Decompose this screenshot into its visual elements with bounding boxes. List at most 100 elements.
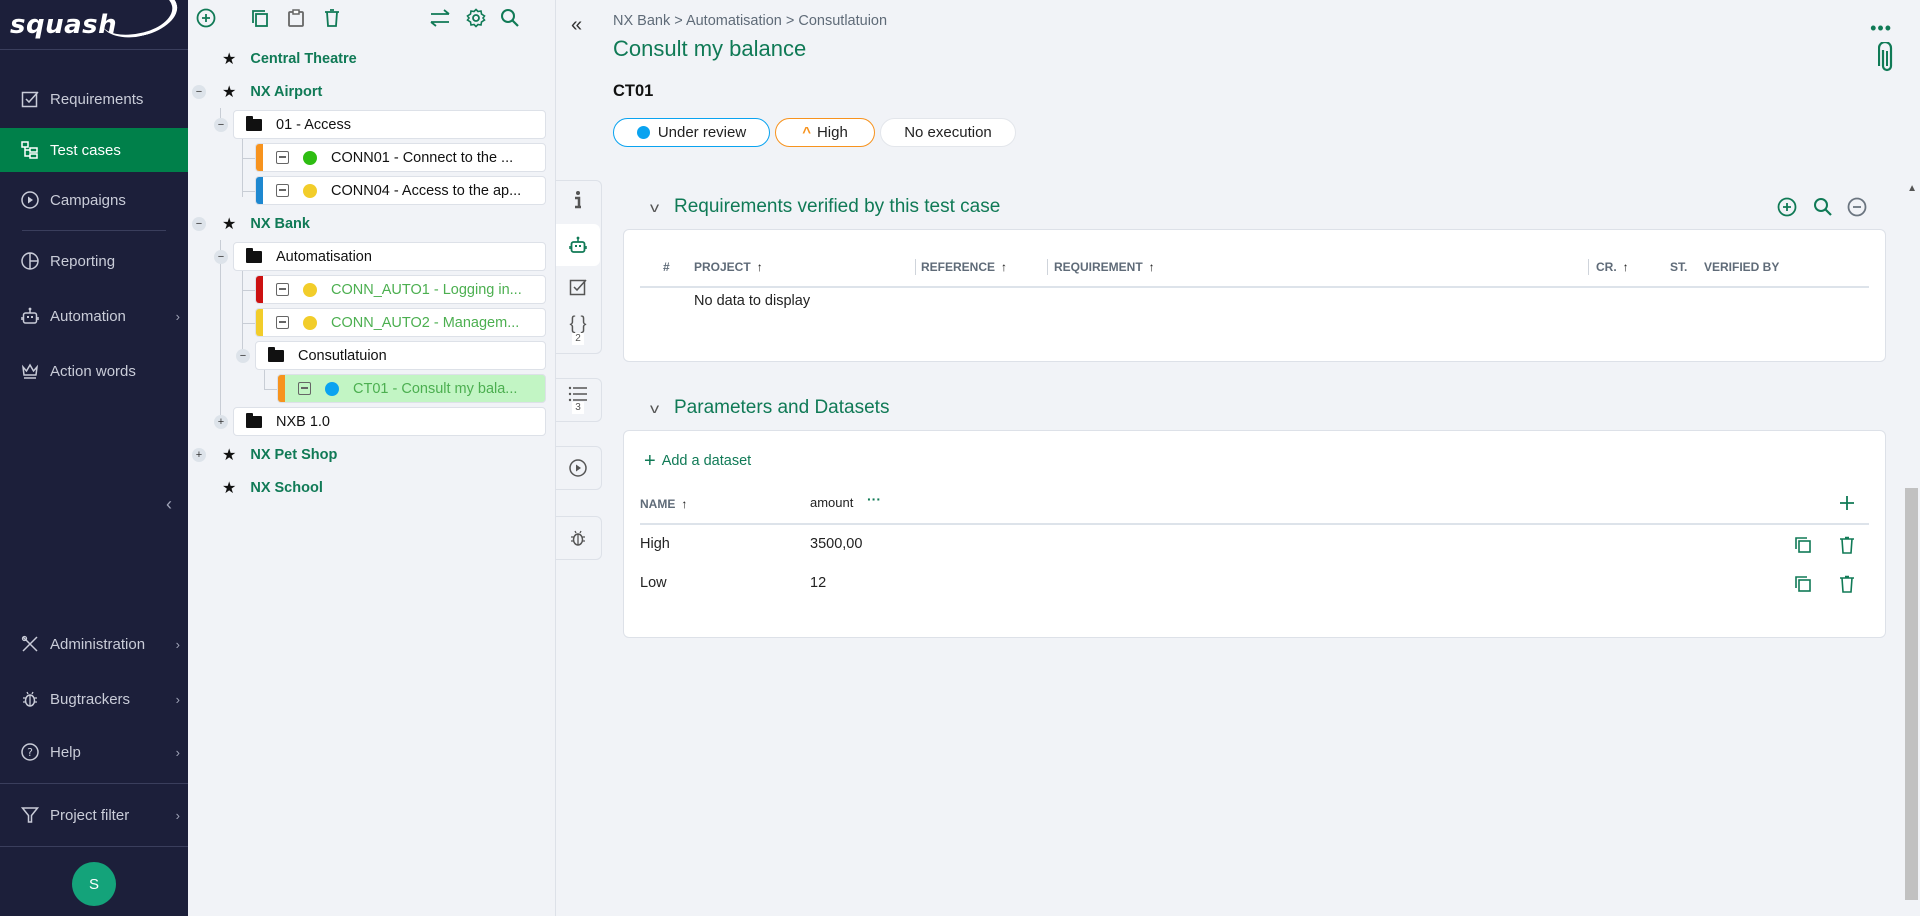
remove-requirement-icon[interactable] bbox=[1846, 196, 1868, 218]
tree-test-case[interactable]: CONN_AUTO1 - Logging in... bbox=[255, 275, 546, 304]
column-separator[interactable] bbox=[1047, 259, 1048, 275]
dataset-amount-value[interactable]: 3500,00 bbox=[810, 536, 862, 552]
attachment-icon[interactable] bbox=[1877, 40, 1896, 79]
nav-item-test-cases[interactable]: Test cases bbox=[0, 128, 188, 172]
more-options-icon[interactable]: ••• bbox=[1870, 18, 1892, 39]
collapse-toggle[interactable]: − bbox=[214, 250, 228, 264]
column-separator[interactable] bbox=[915, 259, 916, 275]
collapse-toggle[interactable]: − bbox=[214, 118, 228, 132]
tab-executions[interactable] bbox=[556, 446, 600, 490]
tree-connector bbox=[220, 240, 221, 422]
tab-information[interactable] bbox=[556, 180, 600, 220]
tree-project-central-theatre[interactable]: ★ Central Theatre bbox=[222, 45, 357, 73]
search-requirement-icon[interactable] bbox=[1812, 196, 1834, 218]
column-header-project[interactable]: PROJECT ↑ bbox=[694, 260, 763, 274]
test-case-icon bbox=[276, 151, 289, 164]
collapse-toggle[interactable]: − bbox=[192, 85, 206, 99]
delete-dataset-icon[interactable] bbox=[1837, 574, 1857, 594]
nav-item-administration[interactable]: Administration › bbox=[0, 622, 188, 666]
page-title[interactable]: Consult my balance bbox=[613, 36, 806, 62]
tree-project-nx-school[interactable]: ★ NX School bbox=[222, 474, 323, 502]
nav-item-action-words[interactable]: Action words bbox=[0, 349, 188, 393]
folder-icon bbox=[246, 412, 262, 428]
collapse-tree-button[interactable]: « bbox=[571, 14, 582, 37]
nav-item-reporting[interactable]: Reporting bbox=[0, 239, 188, 283]
test-case-label: CONN_AUTO1 - Logging in... bbox=[331, 281, 522, 298]
add-icon[interactable] bbox=[194, 6, 218, 30]
execution-badge[interactable]: No execution bbox=[880, 118, 1016, 147]
tab-parameters[interactable]: { } 2 bbox=[556, 306, 600, 352]
tree-project-nx-bank[interactable]: ★ NX Bank bbox=[222, 210, 310, 238]
nav-item-campaigns[interactable]: Campaigns bbox=[0, 178, 188, 222]
tab-steps[interactable]: 3 bbox=[556, 378, 600, 422]
tree-project-nx-airport[interactable]: ★ NX Airport bbox=[222, 78, 322, 106]
collapse-nav-button[interactable]: ‹ bbox=[166, 494, 172, 515]
column-separator[interactable] bbox=[1588, 259, 1589, 275]
bug-icon bbox=[20, 689, 40, 709]
test-case-reference[interactable]: CT01 bbox=[613, 82, 653, 101]
column-header-requirement[interactable]: REQUIREMENT ↑ bbox=[1054, 260, 1155, 274]
tree-test-case[interactable]: CONN01 - Connect to the ... bbox=[255, 143, 546, 172]
tree-test-case[interactable]: CONN_AUTO2 - Managem... bbox=[255, 308, 546, 337]
column-header-name[interactable]: NAME ↑ bbox=[640, 497, 687, 511]
requirements-section-toggle[interactable]: v Requirements verified by this test cas… bbox=[650, 196, 1000, 218]
search-icon[interactable] bbox=[498, 6, 522, 30]
collapse-toggle[interactable]: − bbox=[236, 349, 250, 363]
copy-icon[interactable] bbox=[248, 6, 272, 30]
dataset-name[interactable]: Low bbox=[640, 575, 667, 591]
add-requirement-icon[interactable] bbox=[1776, 196, 1798, 218]
squash-logo[interactable]: squash bbox=[0, 0, 188, 50]
nav-label: Requirements bbox=[50, 90, 144, 108]
test-case-icon bbox=[276, 283, 289, 296]
nav-item-automation[interactable]: Automation › bbox=[0, 294, 188, 338]
nav-item-help[interactable]: ? Help › bbox=[0, 730, 188, 774]
add-dataset-button[interactable]: + Add a dataset bbox=[644, 451, 751, 471]
delete-dataset-icon[interactable] bbox=[1837, 535, 1857, 555]
scrollbar-thumb[interactable] bbox=[1905, 488, 1918, 900]
delete-icon[interactable] bbox=[320, 6, 344, 30]
column-header-amount[interactable]: amount bbox=[810, 495, 853, 510]
header-label: PROJECT bbox=[694, 260, 751, 274]
tree-test-case[interactable]: CONN04 - Access to the ap... bbox=[255, 176, 546, 205]
expand-toggle[interactable]: + bbox=[192, 448, 206, 462]
column-header-criticality[interactable]: CR. ↑ bbox=[1596, 260, 1629, 274]
status-dot bbox=[303, 315, 317, 330]
tree-folder-consultation[interactable]: Consutlatuion bbox=[255, 341, 546, 370]
paste-icon[interactable] bbox=[284, 6, 308, 30]
duplicate-dataset-icon[interactable] bbox=[1793, 574, 1813, 594]
dataset-amount-value[interactable]: 12 bbox=[810, 575, 826, 591]
execution-label: No execution bbox=[904, 124, 992, 141]
braces-icon: { } bbox=[569, 313, 587, 333]
duplicate-dataset-icon[interactable] bbox=[1793, 535, 1813, 555]
chevron-right-icon: › bbox=[175, 636, 180, 652]
expand-toggle[interactable]: + bbox=[214, 415, 228, 429]
tree-folder-automatisation[interactable]: Automatisation bbox=[233, 242, 546, 271]
status-badge[interactable]: Under review bbox=[613, 118, 770, 147]
dataset-name[interactable]: High bbox=[640, 536, 670, 552]
importance-bar bbox=[256, 177, 263, 204]
folder-label: Automatisation bbox=[276, 248, 372, 265]
column-header-status[interactable]: ST. bbox=[1670, 260, 1687, 274]
parameters-section-toggle[interactable]: v Parameters and Datasets bbox=[650, 397, 890, 419]
tree-test-case-selected[interactable]: CT01 - Consult my bala... bbox=[277, 374, 546, 403]
tree-folder-access[interactable]: 01 - Access bbox=[233, 110, 546, 139]
tab-issues[interactable] bbox=[556, 516, 600, 560]
sort-icon[interactable] bbox=[428, 6, 452, 30]
scroll-up-arrow-icon[interactable]: ▲ bbox=[1907, 183, 1917, 194]
parameter-menu-icon[interactable]: ··· bbox=[867, 491, 881, 507]
column-header-verified-by[interactable]: VERIFIED BY bbox=[1704, 260, 1779, 274]
nav-item-project-filter[interactable]: Project filter › bbox=[0, 793, 188, 837]
tree-folder-nxb[interactable]: NXB 1.0 bbox=[233, 407, 546, 436]
nav-item-requirements[interactable]: Requirements bbox=[0, 77, 188, 121]
tree-project-nx-pet-shop[interactable]: ★ NX Pet Shop bbox=[222, 441, 337, 469]
tree-connector bbox=[264, 368, 265, 390]
settings-icon[interactable] bbox=[464, 6, 488, 30]
importance-badge[interactable]: ^ High bbox=[775, 118, 875, 147]
user-avatar[interactable]: S bbox=[72, 862, 116, 906]
column-header-reference[interactable]: REFERENCE ↑ bbox=[921, 260, 1007, 274]
tab-requirements[interactable] bbox=[556, 270, 600, 304]
add-parameter-icon[interactable] bbox=[1837, 493, 1857, 513]
collapse-toggle[interactable]: − bbox=[192, 217, 206, 231]
tab-automation[interactable] bbox=[556, 224, 600, 266]
nav-item-bugtrackers[interactable]: Bugtrackers › bbox=[0, 677, 188, 721]
